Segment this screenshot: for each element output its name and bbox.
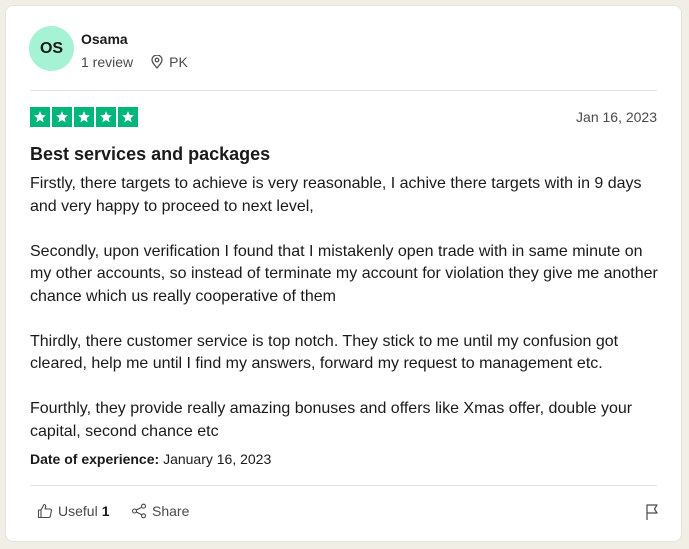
country-code: PK bbox=[169, 54, 188, 70]
location-pin-icon bbox=[151, 55, 163, 69]
review-paragraph: Thirdly, there customer service is top n… bbox=[30, 332, 619, 373]
report-flag-button[interactable] bbox=[644, 503, 660, 526]
useful-button[interactable]: Useful 1 bbox=[37, 503, 109, 519]
useful-count: 1 bbox=[101, 503, 110, 519]
review-paragraph: Fourthly, they provide really amazing bo… bbox=[30, 400, 633, 440]
date-of-experience-value: January 16, 2023 bbox=[163, 451, 272, 467]
share-label: Share bbox=[152, 503, 190, 519]
date-of-experience: Date of experience: January 16, 2023 bbox=[30, 451, 271, 467]
avatar[interactable]: OS bbox=[29, 26, 74, 71]
divider bbox=[30, 90, 657, 91]
review-body: Firstly, there targets to achieve is ver… bbox=[30, 173, 660, 443]
divider bbox=[30, 485, 657, 486]
share-button[interactable]: Share bbox=[131, 503, 189, 519]
review-count: 1 review bbox=[81, 54, 134, 70]
reviewer-name[interactable]: Osama bbox=[81, 31, 128, 47]
useful-label: Useful bbox=[58, 503, 98, 519]
star-icon bbox=[52, 107, 72, 127]
star-rating bbox=[30, 107, 138, 127]
thumbs-up-icon bbox=[37, 503, 52, 519]
review-paragraph: Secondly, upon verification I found that… bbox=[30, 242, 658, 305]
star-icon bbox=[96, 107, 116, 127]
reviewer-location: PK bbox=[151, 54, 188, 70]
date-of-experience-label: Date of experience: bbox=[30, 451, 160, 467]
review-card: OS Osama 1 review PK Jan 16, 2023 Best s… bbox=[5, 5, 682, 542]
review-title[interactable]: Best services and packages bbox=[30, 144, 270, 165]
reviewer-meta: 1 review PK bbox=[81, 54, 188, 70]
review-paragraph: Firstly, there targets to achieve is ver… bbox=[30, 175, 642, 215]
star-icon bbox=[74, 107, 94, 127]
star-icon bbox=[118, 107, 138, 127]
flag-icon bbox=[646, 504, 658, 520]
review-date: Jan 16, 2023 bbox=[576, 109, 657, 125]
star-icon bbox=[30, 107, 50, 127]
share-icon bbox=[131, 503, 147, 519]
avatar-initials: OS bbox=[39, 39, 64, 57]
